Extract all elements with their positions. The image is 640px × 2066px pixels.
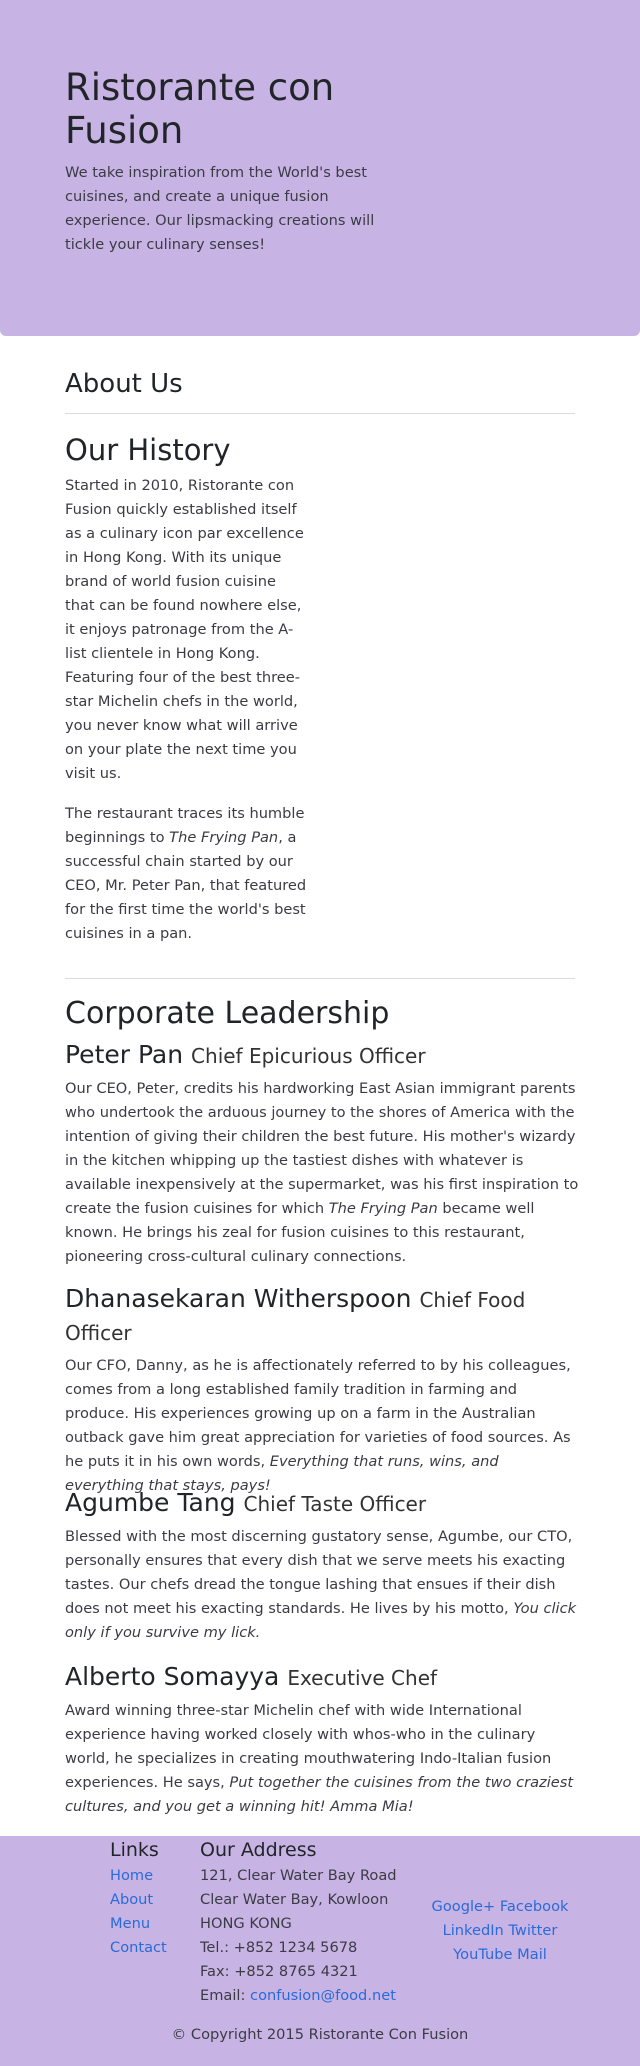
social-links: Google+ Facebook LinkedIn Twitter YouTub… (420, 1895, 580, 1967)
address-line: HONG KONG (200, 1915, 292, 1932)
footer-link-contact[interactable]: Contact (110, 1936, 190, 1960)
address-line: 121, Clear Water Bay Road (200, 1867, 397, 1884)
leader-role: Chief Epicurious Officer (191, 1044, 426, 1068)
leadership-title: Corporate Leadership (65, 996, 390, 1031)
leader-heading: Alberto Somayya Executive Chef (65, 1661, 580, 1694)
social-link-linkedin[interactable]: LinkedIn (443, 1922, 504, 1939)
social-link-google-plus[interactable]: Google+ (432, 1898, 496, 1915)
leader-card: Agumbe Tang Chief Taste Officer Blessed … (65, 1487, 580, 1645)
email-link[interactable]: confusion@food.net (250, 1987, 396, 2004)
leader-name: Alberto Somayya (65, 1662, 280, 1691)
leader-bio: Blessed with the most discerning gustato… (65, 1528, 577, 1641)
leader-role: Chief Taste Officer (243, 1492, 427, 1516)
footer-link-home[interactable]: Home (110, 1864, 190, 1888)
address-line: Clear Water Bay, Kowloon (200, 1891, 389, 1908)
footer: Links Home About Menu Contact Our Addres… (0, 1836, 640, 2066)
leader-bio: Our CEO, Peter, credits his hardworking … (65, 1080, 579, 1265)
email-line: Email: confusion@food.net (200, 1987, 396, 2004)
history-paragraph-2: The restaurant traces its humble beginni… (65, 805, 307, 942)
page-title: About Us (65, 369, 183, 399)
footer-links: Links Home About Menu Contact (110, 1836, 190, 1960)
leader-bio: Our CFO, Danny, as he is affectionately … (65, 1357, 571, 1494)
history-paragraph: Started in 2010, Ristorante con Fusion q… (65, 477, 304, 782)
copyright: © Copyright 2015 Ristorante Con Fusion (171, 2026, 469, 2043)
footer-address: Our Address 121, Clear Water Bay Road Cl… (200, 1836, 420, 2008)
leader-name: Agumbe Tang (65, 1488, 236, 1517)
leader-name: Dhanasekaran Witherspoon (65, 1284, 412, 1313)
footer-link-about[interactable]: About (110, 1888, 190, 1912)
address-heading: Our Address (200, 1839, 317, 1861)
leader-name: Peter Pan (65, 1040, 184, 1069)
title-divider (65, 413, 575, 414)
links-heading: Links (110, 1839, 159, 1861)
footer-link-menu[interactable]: Menu (110, 1912, 190, 1936)
restaurant-tagline: We take inspiration from the World's bes… (65, 164, 375, 253)
leader-bio: Award winning three-star Michelin chef w… (65, 1702, 574, 1815)
phone-number: Tel.: +852 1234 5678 (200, 1939, 358, 1956)
social-link-twitter[interactable]: Twitter (508, 1922, 557, 1939)
section-divider (65, 978, 575, 979)
leader-card: Dhanasekaran Witherspoon Chief Food Offi… (65, 1283, 580, 1498)
leader-card: Alberto Somayya Executive Chef Award win… (65, 1661, 580, 1819)
leader-heading: Agumbe Tang Chief Taste Officer (65, 1487, 580, 1520)
social-link-mail[interactable]: Mail (517, 1946, 547, 1963)
fax-number: Fax: +852 8765 4321 (200, 1963, 358, 1980)
history-title: Our History (65, 433, 231, 467)
social-link-facebook[interactable]: Facebook (500, 1898, 569, 1915)
header-jumbotron: Ristorante con Fusion We take inspiratio… (0, 0, 640, 336)
leader-role: Executive Chef (287, 1666, 438, 1690)
leader-heading: Peter Pan Chief Epicurious Officer (65, 1039, 580, 1072)
restaurant-title: Ristorante con Fusion (65, 66, 335, 152)
leader-heading: Dhanasekaran Witherspoon Chief Food Offi… (65, 1283, 580, 1349)
leader-card: Peter Pan Chief Epicurious Officer Our C… (65, 1039, 580, 1269)
social-link-youtube[interactable]: YouTube (453, 1946, 512, 1963)
